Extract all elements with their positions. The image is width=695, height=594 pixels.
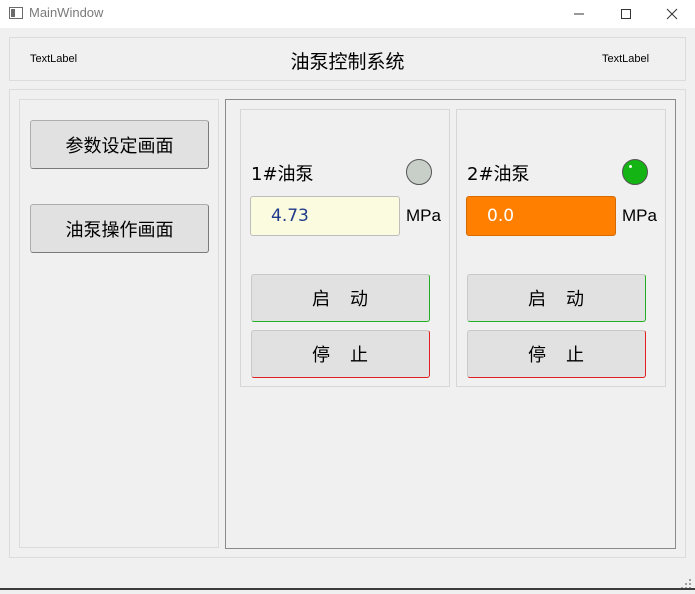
- pump1-start-button[interactable]: 启 动: [251, 274, 430, 322]
- pump1-unit-label: MPa: [406, 206, 441, 225]
- pump1-stop-button[interactable]: 停 止: [251, 330, 430, 378]
- pump2-start-button[interactable]: 启 动: [467, 274, 646, 322]
- minimize-icon: [574, 13, 584, 15]
- resize-grip-icon[interactable]: [680, 575, 692, 589]
- pump2-unit-label: MPa: [622, 206, 657, 225]
- pump1-status-lamp-icon: [406, 159, 432, 185]
- pump2-status-lamp-icon: [622, 159, 648, 185]
- pump2-name: 2#油泵: [467, 164, 530, 185]
- param-settings-button[interactable]: 参数设定画面: [30, 120, 209, 169]
- pump1-pressure-field[interactable]: 4.73: [250, 196, 400, 236]
- pump1-name: 1#油泵: [251, 164, 314, 185]
- pump2-pressure-field[interactable]: 0.0: [466, 196, 616, 236]
- header-right-label: TextLabel: [602, 53, 650, 65]
- maximize-button[interactable]: [603, 0, 649, 28]
- close-icon: [666, 8, 678, 20]
- window-icon: [9, 7, 23, 19]
- pump2-stop-button[interactable]: 停 止: [467, 330, 646, 378]
- maximize-icon: [621, 9, 631, 19]
- minimize-button[interactable]: [556, 0, 602, 28]
- window-title: MainWindow: [29, 5, 104, 20]
- status-bar: [0, 570, 695, 590]
- pump-operation-button[interactable]: 油泵操作画面: [30, 204, 209, 253]
- close-button[interactable]: [649, 0, 695, 28]
- page-title: 油泵控制系统: [290, 51, 405, 73]
